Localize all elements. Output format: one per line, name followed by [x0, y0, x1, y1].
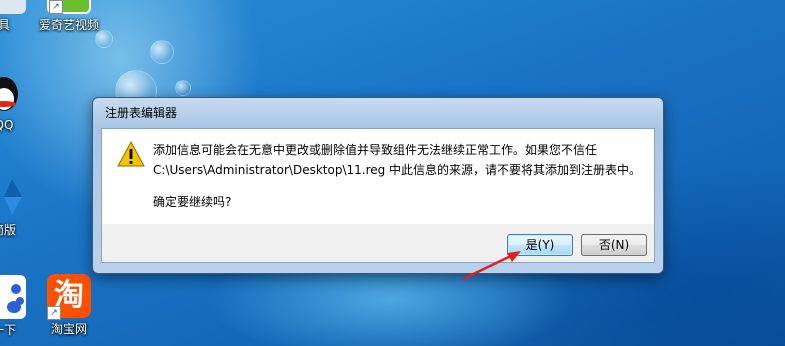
taobao-icon: 淘 ↗ — [47, 274, 91, 320]
desktop-icon-iqiyi[interactable]: ↗ 爱奇艺视频 — [29, 0, 109, 33]
iqiyi-icon: ↗ — [47, 0, 91, 14]
tools-icon — [0, 0, 26, 14]
desktop-icon-label: QQ — [0, 118, 14, 132]
desktop-icon-taobao[interactable]: 淘 ↗ 淘宝网 — [29, 274, 109, 337]
dialog-title[interactable]: 注册表编辑器 — [93, 98, 663, 128]
desktop-icon-label: 淘宝网 — [50, 322, 87, 336]
no-button[interactable]: 否(N) — [581, 234, 647, 256]
message-line-1: 添加信息可能会在无意中更改或删除值并导致组件无法继续正常工作。如果您不信任 — [153, 143, 598, 157]
desktop-icon-label: 简版 — [0, 223, 16, 237]
baidu-paw-icon — [0, 275, 26, 319]
message-line-2: C:\Users\Administrator\Desktop\11.reg 中此… — [153, 163, 642, 177]
qq-penguin-icon — [0, 72, 26, 116]
annotation-arrow — [462, 251, 521, 281]
wallpaper-bubble — [175, 80, 191, 96]
app-icon — [0, 175, 26, 219]
wallpaper-bubble — [150, 40, 174, 64]
desktop-icon-jianban[interactable]: 简版 — [0, 175, 44, 238]
shortcut-arrow-icon: ↗ — [49, 0, 63, 14]
dialog-button-bar: 是(Y) 否(N) — [101, 224, 655, 263]
desktop-icon-qq[interactable]: QQ — [0, 72, 44, 132]
dialog-content: 添加信息可能会在无意中更改或删除值并导致组件无法继续正常工作。如果您不信任 C:… — [101, 128, 655, 225]
dialog-message: 添加信息可能会在无意中更改或删除值并导致组件无法继续正常工作。如果您不信任 C:… — [153, 140, 641, 212]
desktop-icon-label: 爱奇艺视频 — [38, 18, 99, 32]
warning-icon — [117, 140, 145, 167]
registry-editor-dialog: 注册表编辑器 添加信息可能会在无意中更改或删除值并导致组件无法继续正常工作。如果… — [92, 97, 664, 274]
shortcut-arrow-icon: ↗ — [47, 306, 61, 320]
confirm-question: 确定要继续吗? — [153, 195, 232, 209]
